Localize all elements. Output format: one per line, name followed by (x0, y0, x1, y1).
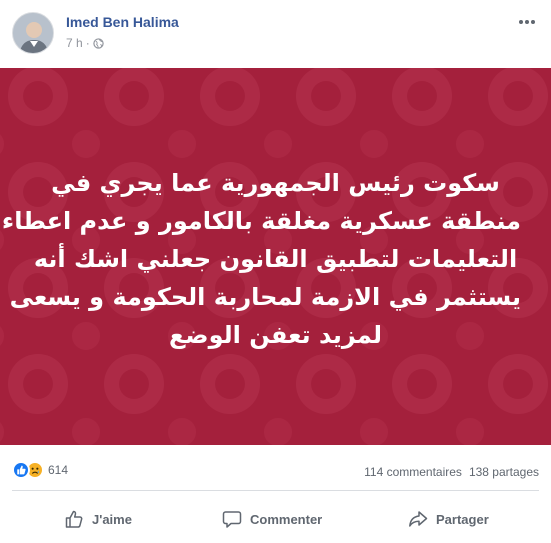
more-options-icon[interactable] (517, 12, 537, 32)
post-meta: 7 h · (66, 36, 104, 50)
post-text: سكوت رئيس الجمهورية عما يجري في منطقة عس… (1, 164, 521, 354)
shares-count[interactable]: 138 partages (469, 465, 539, 479)
post-card: Imed Ben Halima 7 h · سكوت رئيس الجمهوري… (0, 0, 551, 543)
post-text-line: لمزيد تعفن الوضع (169, 321, 382, 349)
reactions-summary[interactable]: 614 (12, 461, 68, 479)
share-label: Partager (436, 511, 489, 527)
globe-icon (93, 37, 104, 49)
reaction-count: 614 (48, 463, 69, 477)
comment-bubble-icon (222, 511, 242, 528)
actions-divider (12, 490, 539, 491)
author-name[interactable]: Imed Ben Halima (66, 14, 179, 30)
comment-button[interactable]: Commenter (222, 506, 322, 532)
engagement-counts: 114 commentaires 138 partages (364, 465, 539, 479)
post-text-banner[interactable]: سكوت رئيس الجمهورية عما يجري في منطقة عس… (0, 68, 551, 445)
meta-separator: · (85, 36, 90, 50)
post-text-line: يستثمر في الازمة لمحاربة الحكومة و يسعى (9, 283, 521, 311)
post-time[interactable]: 7 h (66, 36, 83, 50)
avatar-photo (13, 13, 53, 53)
thumbs-up-icon (65, 510, 83, 528)
share-button[interactable]: Partager (408, 506, 489, 532)
post-text-line: التعليمات لتطبيق القانون جعلني اشك أنه (33, 245, 518, 273)
like-button[interactable]: J'aime (64, 506, 132, 532)
comment-label: Commenter (250, 511, 323, 527)
like-reaction-icon (12, 461, 30, 479)
share-arrow-icon (409, 511, 428, 527)
like-label: J'aime (92, 511, 132, 527)
author-avatar[interactable] (12, 12, 54, 54)
post-text-line: سكوت رئيس الجمهورية عما يجري في (51, 169, 500, 197)
comments-count[interactable]: 114 commentaires (364, 465, 462, 479)
post-text-line: منطقة عسكرية مغلقة بالكامور و عدم اعطاء (1, 207, 521, 235)
